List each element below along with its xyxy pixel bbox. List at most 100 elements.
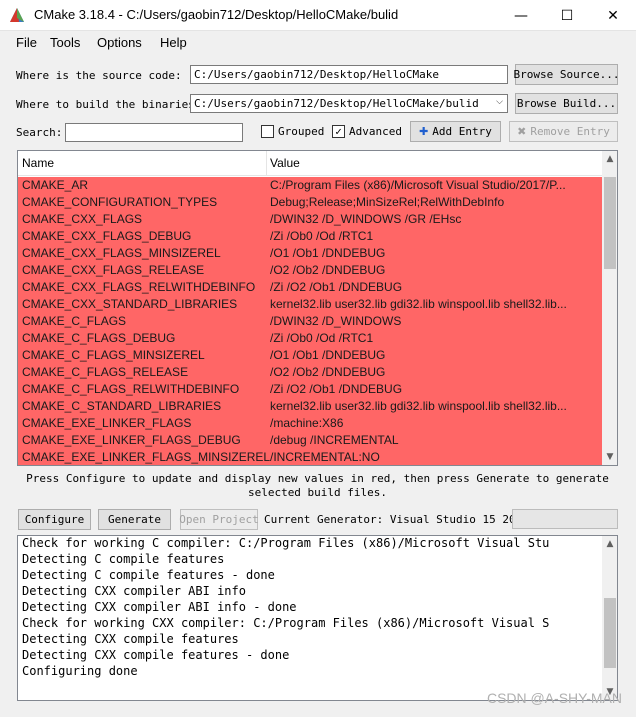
table-row[interactable]: CMAKE_AR C:/Program Files (x86)/Microsoft…: [18, 177, 602, 194]
table-scrollbar[interactable]: ▲ ▼: [602, 151, 617, 465]
table-row[interactable]: CMAKE_C_FLAGS/DWIN32 /D_WINDOWS: [18, 313, 602, 330]
progress-bar: [512, 509, 618, 529]
table-row[interactable]: CMAKE_CXX_FLAGS_MINSIZEREL/O1 /Ob1 /DNDE…: [18, 245, 602, 262]
table-row[interactable]: CMAKE_CXX_FLAGS_DEBUG/Zi /Ob0 /Od /RTC1: [18, 228, 602, 245]
add-entry-button[interactable]: ✚ Add Entry: [410, 121, 501, 142]
log-line: Detecting CXX compiler ABI info: [22, 584, 246, 598]
output-log[interactable]: ▲ ▼ Check for working C compiler: C:/Pro…: [17, 535, 618, 701]
scroll-up-icon[interactable]: ▲: [602, 536, 617, 552]
cache-entry-name: CMAKE_CXX_FLAGS: [22, 212, 143, 226]
source-path-input[interactable]: C:/Users/gaobin712/Desktop/HelloCMake: [190, 65, 508, 84]
cache-entry-name: CMAKE_C_STANDARD_LIBRARIES: [22, 399, 222, 413]
cache-entry-name: CMAKE_CXX_FLAGS_MINSIZEREL: [22, 246, 221, 260]
cache-entry-value[interactable]: /debug /INCREMENTAL: [270, 433, 600, 447]
add-entry-label: Add Entry: [432, 125, 492, 138]
generate-button[interactable]: Generate: [98, 509, 171, 530]
cache-entry-value[interactable]: Debug;Release;MinSizeRel;RelWithDebInfo: [270, 195, 600, 209]
cache-entry-name: CMAKE_EXE_LINKER_FLAGS_MINSIZEREL: [22, 450, 271, 464]
cache-entry-value[interactable]: /O1 /Ob1 /DNDEBUG: [270, 348, 600, 362]
build-path-value: C:/Users/gaobin712/Desktop/HelloCMake/bu…: [194, 97, 479, 110]
cache-entry-value[interactable]: kernel32.lib user32.lib gdi32.lib winspo…: [270, 297, 600, 311]
cache-entry-value[interactable]: /Zi /O2 /Ob1 /DNDEBUG: [270, 382, 600, 396]
cache-entry-name: CMAKE_CXX_FLAGS_RELEASE: [22, 263, 205, 277]
table-row[interactable]: CMAKE_C_STANDARD_LIBRARIES kernel32.lib u…: [18, 398, 602, 415]
log-scrollbar[interactable]: ▲ ▼: [602, 536, 617, 700]
scroll-down-icon[interactable]: ▼: [602, 449, 617, 465]
search-input[interactable]: [65, 123, 243, 142]
table-row[interactable]: CMAKE_CXX_FLAGS_RELWITHDEBINFO/Zi /O2 /O…: [18, 279, 602, 296]
configure-button[interactable]: Configure: [18, 509, 91, 530]
build-path-combo[interactable]: C:/Users/gaobin712/Desktop/HelloCMake/bu…: [190, 94, 508, 113]
window-title: CMake 3.18.4 - C:/Users/gaobin712/Deskto…: [34, 7, 399, 22]
scrollbar-thumb[interactable]: [604, 177, 616, 269]
cache-entry-name: CMAKE_C_FLAGS_RELEASE: [22, 365, 189, 379]
chevron-down-icon[interactable]: ⌵: [496, 97, 503, 107]
table-header: Name Value: [18, 151, 602, 176]
cache-entry-value[interactable]: /Zi /Ob0 /Od /RTC1: [270, 229, 600, 243]
add-icon: ✚: [419, 125, 429, 138]
table-body: CMAKE_AR C:/Program Files (x86)/Microsoft…: [18, 177, 602, 465]
remove-entry-label: Remove Entry: [530, 125, 610, 138]
cache-entry-value[interactable]: /Zi /Ob0 /Od /RTC1: [270, 331, 600, 345]
table-row[interactable]: CMAKE_CXX_FLAGS/DWIN32 /D_WINDOWS /GR /E…: [18, 211, 602, 228]
table-row[interactable]: CMAKE_C_FLAGS_DEBUG/Zi /Ob0 /Od /RTC1: [18, 330, 602, 347]
cache-entry-name: CMAKE_C_FLAGS_RELWITHDEBINFO: [22, 382, 240, 396]
hint-text: Press Configure to update and display ne…: [26, 472, 609, 499]
log-line: Check for working C compiler: C:/Program…: [22, 536, 550, 550]
cache-entry-name: CMAKE_C_FLAGS: [22, 314, 127, 328]
cache-entry-value[interactable]: /O1 /Ob1 /DNDEBUG: [270, 246, 600, 260]
watermark: CSDN @A-SHY-MAN: [486, 690, 622, 706]
cache-entry-name: CMAKE_C_FLAGS_DEBUG: [22, 331, 176, 345]
browse-source-button[interactable]: Browse Source...: [514, 64, 619, 85]
cache-entry-value[interactable]: /DWIN32 /D_WINDOWS: [270, 314, 600, 328]
check-icon: ✓: [335, 125, 342, 138]
column-divider[interactable]: [266, 151, 267, 176]
cache-entry-value[interactable]: /INCREMENTAL:NO: [270, 450, 600, 464]
browse-build-button[interactable]: Browse Build...: [515, 93, 618, 114]
table-row[interactable]: CMAKE_CXX_FLAGS_RELEASE/O2 /Ob2 /DNDEBUG: [18, 262, 602, 279]
log-scrollbar-thumb[interactable]: [604, 598, 616, 668]
cmake-logo-icon: [10, 8, 24, 22]
table-row[interactable]: CMAKE_EXE_LINKER_FLAGS_MINSIZEREL/INCREM…: [18, 449, 602, 465]
cache-entry-value[interactable]: /O2 /Ob2 /DNDEBUG: [270, 263, 600, 277]
build-label: Where to build the binaries:: [16, 98, 202, 111]
advanced-checkbox[interactable]: ✓: [332, 125, 345, 138]
table-row[interactable]: CMAKE_C_FLAGS_RELWITHDEBINFO/Zi /O2 /Ob1…: [18, 381, 602, 398]
minimize-icon[interactable]: —: [498, 0, 544, 31]
cache-entry-value[interactable]: /DWIN32 /D_WINDOWS /GR /EHsc: [270, 212, 600, 226]
cache-entry-name: CMAKE_CXX_FLAGS_RELWITHDEBINFO: [22, 280, 256, 294]
cache-entry-name: CMAKE_C_FLAGS_MINSIZEREL: [22, 348, 205, 362]
cache-entry-name: CMAKE_CONFIGURATION_TYPES: [22, 195, 218, 209]
cache-entry-value[interactable]: kernel32.lib user32.lib gdi32.lib winspo…: [270, 399, 600, 413]
remove-entry-button[interactable]: ✖ Remove Entry: [509, 121, 618, 142]
open-project-button[interactable]: Open Project: [179, 509, 259, 530]
log-line: Detecting CXX compile features: [22, 632, 239, 646]
cache-entry-value[interactable]: /machine:X86: [270, 416, 600, 430]
scroll-up-icon[interactable]: ▲: [602, 151, 617, 167]
log-line: Detecting CXX compile features - done: [22, 648, 290, 662]
table-row[interactable]: CMAKE_C_FLAGS_RELEASE/O2 /Ob2 /DNDEBUG: [18, 364, 602, 381]
grouped-checkbox[interactable]: [261, 125, 274, 138]
cache-entry-name: CMAKE_AR: [22, 178, 89, 192]
table-row[interactable]: CMAKE_EXE_LINKER_FLAGS_DEBUG/debug /INCR…: [18, 432, 602, 449]
table-row[interactable]: CMAKE_EXE_LINKER_FLAGS/machine:X86: [18, 415, 602, 432]
table-row[interactable]: CMAKE_CXX_STANDARD_LIBRARIES kernel32.lib…: [18, 296, 602, 313]
cache-entry-value[interactable]: /Zi /O2 /Ob1 /DNDEBUG: [270, 280, 600, 294]
menu-tools[interactable]: Tools: [50, 35, 80, 50]
table-row[interactable]: CMAKE_CONFIGURATION_TYPES Debug;Release;M…: [18, 194, 602, 211]
column-value-header[interactable]: Value: [270, 156, 300, 170]
generator-label: Current Generator: Visual Studio 15 2017: [264, 513, 529, 526]
cache-entry-name: CMAKE_EXE_LINKER_FLAGS_DEBUG: [22, 433, 241, 447]
table-row[interactable]: CMAKE_C_FLAGS_MINSIZEREL/O1 /Ob1 /DNDEBU…: [18, 347, 602, 364]
column-name-header[interactable]: Name: [22, 156, 54, 170]
close-icon[interactable]: ✕: [590, 0, 636, 31]
menu-options[interactable]: Options: [97, 35, 142, 50]
cache-entry-value[interactable]: C:/Program Files (x86)/Microsoft Visual …: [270, 178, 600, 192]
maximize-icon[interactable]: ☐: [544, 0, 590, 31]
cache-table[interactable]: Name Value CMAKE_AR C:/Program Files (x86…: [17, 150, 618, 466]
menu-help[interactable]: Help: [160, 35, 187, 50]
cache-entry-name: CMAKE_CXX_FLAGS_DEBUG: [22, 229, 192, 243]
cache-entry-value[interactable]: /O2 /Ob2 /DNDEBUG: [270, 365, 600, 379]
menu-file[interactable]: File: [16, 35, 37, 50]
search-label: Search:: [16, 126, 63, 139]
